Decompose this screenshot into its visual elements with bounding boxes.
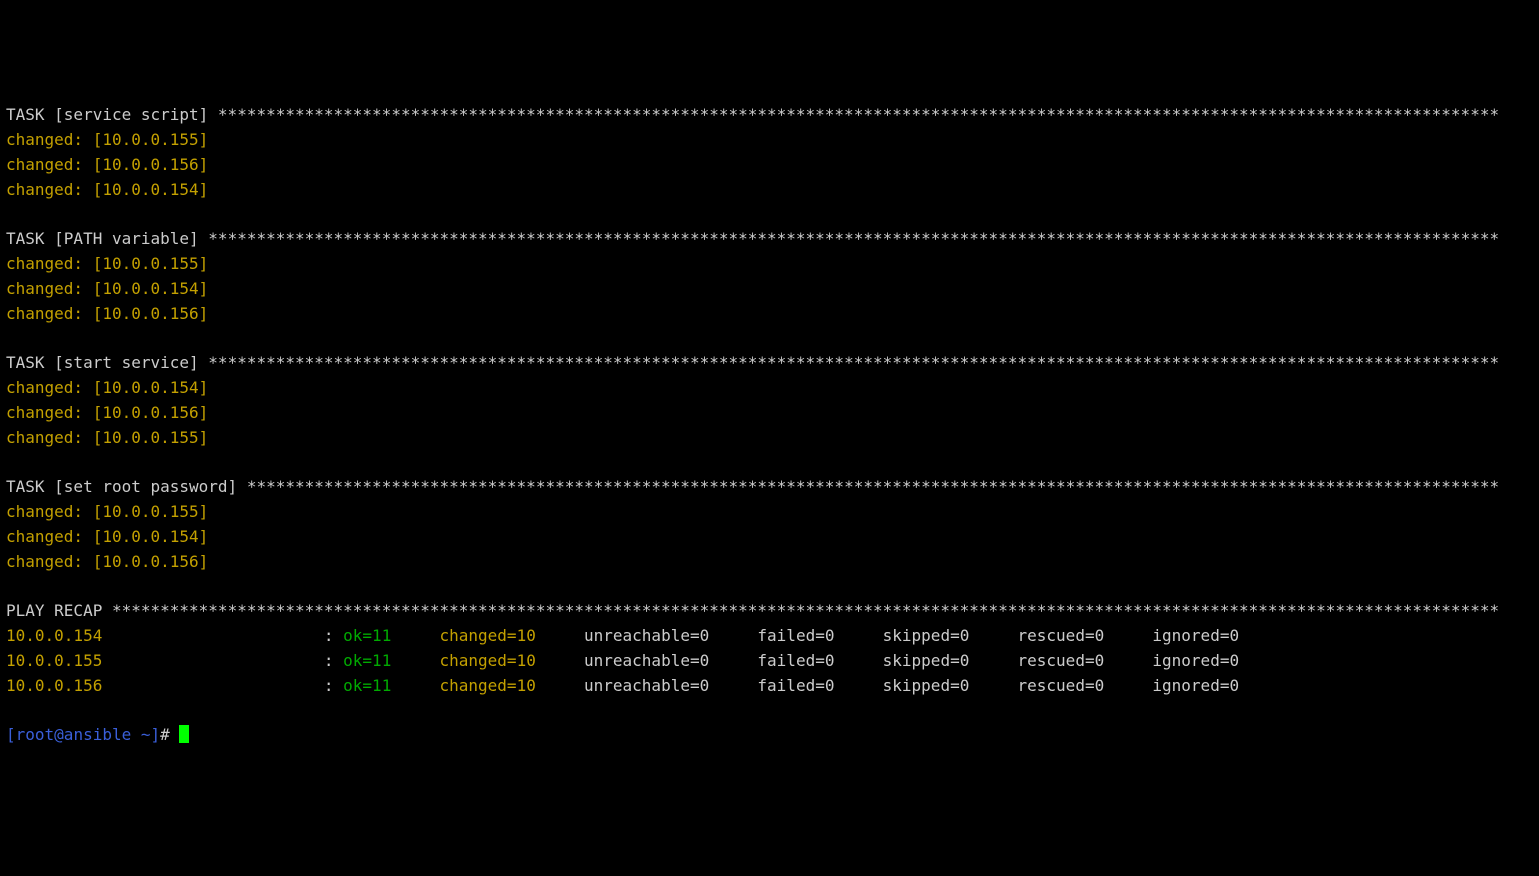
task-header: TASK [service script] ******************… [6,103,1533,128]
recap-failed: failed=0 [757,676,853,695]
recap-changed: changed=10 [440,676,556,695]
recap-skipped: skipped=0 [883,651,989,670]
blank-line [6,574,1533,599]
recap-unreachable: unreachable=0 [584,676,729,695]
task-header-label: TASK [start service] [6,353,208,372]
recap-ignored: ignored=0 [1152,651,1239,670]
task-result-text: changed: [10.0.0.156] [6,304,208,323]
task-result-line: changed: [10.0.0.156] [6,153,1533,178]
task-result-text: changed: [10.0.0.154] [6,180,208,199]
recap-ignored: ignored=0 [1152,676,1239,695]
blank-line [6,326,1533,351]
task-result-line: changed: [10.0.0.155] [6,128,1533,153]
shell-prompt[interactable]: [root@ansible ~]# [6,723,1533,748]
play-recap-header: PLAY RECAP *****************************… [6,599,1533,624]
prompt-cwd: ~ [141,725,151,744]
recap-host: 10.0.0.154 [6,626,256,645]
task-header: TASK [start service] *******************… [6,351,1533,376]
task-result-line: changed: [10.0.0.154] [6,376,1533,401]
recap-colon: : [324,626,343,645]
recap-host: 10.0.0.155 [6,651,256,670]
task-result-line: changed: [10.0.0.154] [6,277,1533,302]
blank-line [6,698,1533,723]
recap-row: 10.0.0.155 : ok=11 changed=10 unreachabl… [6,649,1533,674]
recap-skipped: skipped=0 [883,676,989,695]
blank-line [6,202,1533,227]
play-recap-stars: ****************************************… [112,601,1499,620]
recap-changed: changed=10 [440,626,556,645]
task-result-text: changed: [10.0.0.154] [6,527,208,546]
blank-line [6,450,1533,475]
recap-ignored: ignored=0 [1152,626,1239,645]
task-result-text: changed: [10.0.0.154] [6,279,208,298]
recap-unreachable: unreachable=0 [584,626,729,645]
task-result-text: changed: [10.0.0.156] [6,552,208,571]
recap-failed: failed=0 [757,626,853,645]
prompt-symbol: # [160,725,179,744]
task-result-line: changed: [10.0.0.154] [6,525,1533,550]
task-result-line: changed: [10.0.0.155] [6,500,1533,525]
recap-changed: changed=10 [440,651,556,670]
task-header-label: TASK [PATH variable] [6,229,208,248]
recap-rescued: rescued=0 [1018,626,1124,645]
recap-colon: : [324,651,343,670]
task-result-text: changed: [10.0.0.154] [6,378,208,397]
recap-unreachable: unreachable=0 [584,651,729,670]
task-header-label: TASK [set root password] [6,477,247,496]
prompt-open-bracket: [ [6,725,16,744]
task-result-line: changed: [10.0.0.155] [6,252,1533,277]
recap-colon: : [324,676,343,695]
task-header-stars: ****************************************… [208,229,1499,248]
task-result-line: changed: [10.0.0.156] [6,550,1533,575]
recap-row: 10.0.0.154 : ok=11 changed=10 unreachabl… [6,624,1533,649]
recap-ok: ok=11 [343,651,410,670]
recap-skipped: skipped=0 [883,626,989,645]
task-result-text: changed: [10.0.0.155] [6,130,208,149]
recap-ok: ok=11 [343,676,410,695]
recap-rescued: rescued=0 [1018,651,1124,670]
prompt-close-bracket: ] [151,725,161,744]
task-result-text: changed: [10.0.0.155] [6,428,208,447]
recap-ok: ok=11 [343,626,410,645]
task-header-stars: ****************************************… [247,477,1499,496]
task-result-text: changed: [10.0.0.155] [6,254,208,273]
task-header-stars: ****************************************… [218,105,1499,124]
task-result-line: changed: [10.0.0.155] [6,426,1533,451]
terminal-output[interactable]: TASK [service script] ******************… [6,103,1533,748]
cursor-icon [179,725,189,743]
task-result-line: changed: [10.0.0.156] [6,401,1533,426]
recap-host: 10.0.0.156 [6,676,256,695]
task-header: TASK [set root password] ***************… [6,475,1533,500]
task-result-text: changed: [10.0.0.156] [6,403,208,422]
recap-rescued: rescued=0 [1018,676,1124,695]
task-result-line: changed: [10.0.0.156] [6,302,1533,327]
recap-row: 10.0.0.156 : ok=11 changed=10 unreachabl… [6,674,1533,699]
task-result-text: changed: [10.0.0.155] [6,502,208,521]
task-header-label: TASK [service script] [6,105,218,124]
prompt-user-host: root@ansible [16,725,132,744]
task-header: TASK [PATH variable] *******************… [6,227,1533,252]
task-header-stars: ****************************************… [208,353,1499,372]
task-result-text: changed: [10.0.0.156] [6,155,208,174]
task-result-line: changed: [10.0.0.154] [6,178,1533,203]
play-recap-label: PLAY RECAP [6,601,112,620]
recap-failed: failed=0 [757,651,853,670]
